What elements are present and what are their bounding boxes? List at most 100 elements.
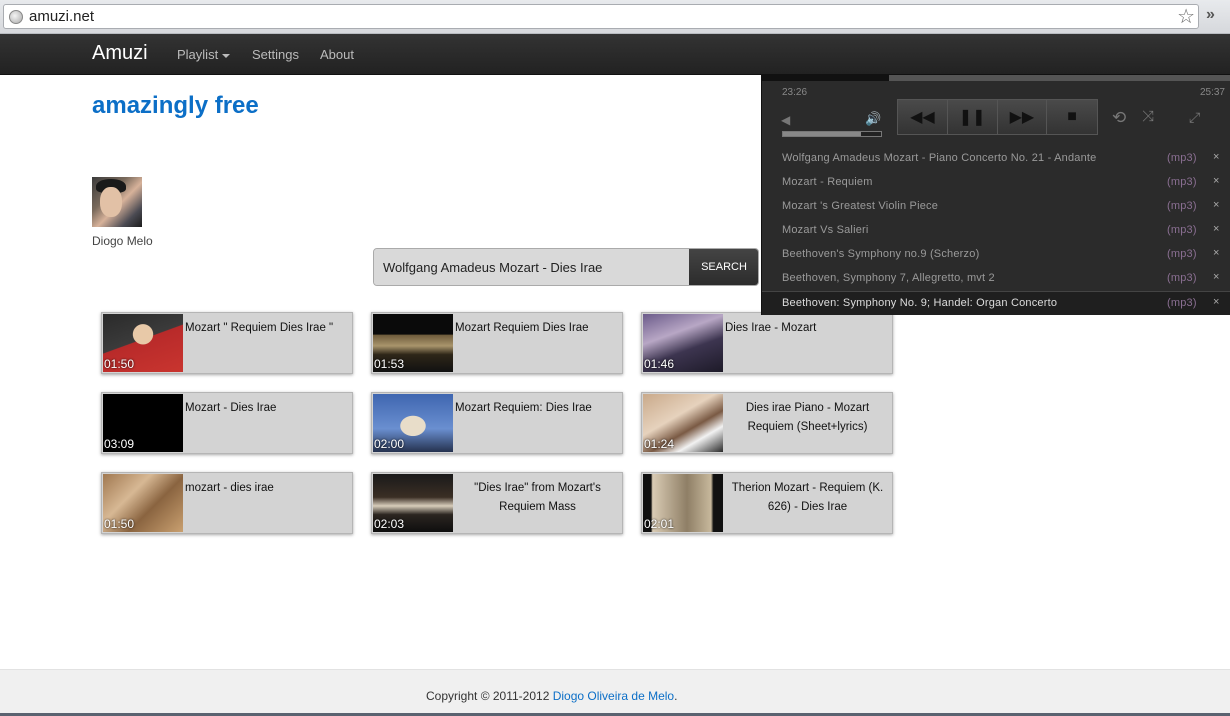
top-navbar: Amuzi Playlist Settings About bbox=[0, 34, 1230, 75]
volume-slider[interactable] bbox=[782, 131, 882, 137]
playlist-item[interactable]: Beethoven's Symphony no.9 (Scherzo) (mp3)… bbox=[762, 243, 1230, 267]
video-duration: 01:46 bbox=[644, 357, 675, 371]
result-title[interactable]: Dies Irae - Mozart bbox=[725, 319, 890, 338]
playlist-item-title[interactable]: Mozart 's Greatest Violin Piece bbox=[782, 200, 938, 212]
rewind-icon: ◀◀ bbox=[910, 109, 935, 126]
video-thumbnail[interactable]: 01:46 bbox=[643, 314, 723, 372]
progress-bar[interactable] bbox=[762, 75, 1230, 81]
pause-icon: ❚❚ bbox=[958, 109, 986, 126]
video-thumbnail[interactable]: 01:50 bbox=[103, 474, 183, 532]
nav-item-about[interactable]: About bbox=[320, 47, 354, 62]
playlist-item-title[interactable]: Beethoven: Symphony No. 9; Handel: Organ… bbox=[782, 297, 1057, 309]
volume-high-icon[interactable]: 🔊 bbox=[865, 111, 881, 127]
playlist-item-title[interactable]: Beethoven's Symphony no.9 (Scherzo) bbox=[782, 248, 979, 260]
playlist-item-title[interactable]: Beethoven, Symphony 7, Allegretto, mvt 2 bbox=[782, 272, 995, 284]
result-title[interactable]: "Dies Irae" from Mozart's Requiem Mass bbox=[455, 479, 620, 517]
video-thumbnail[interactable]: 02:03 bbox=[373, 474, 453, 532]
result-card[interactable]: 01:53 Mozart Requiem Dies Irae bbox=[371, 312, 623, 374]
result-card[interactable]: 02:01 Therion Mozart - Requiem (K. 626) -… bbox=[641, 472, 893, 534]
user-name: Diogo Melo bbox=[92, 234, 153, 248]
nav-item-playlist[interactable]: Playlist bbox=[177, 47, 231, 62]
result-card[interactable]: 01:50 mozart - dies irae bbox=[101, 472, 353, 534]
result-card[interactable]: 01:24 Dies irae Piano - Mozart Requiem (S… bbox=[641, 392, 893, 454]
volume-low-icon[interactable]: ◀ bbox=[781, 113, 790, 127]
globe-icon bbox=[9, 10, 23, 24]
video-thumbnail[interactable]: 03:09 bbox=[103, 394, 183, 452]
playlist: Wolfgang Amadeus Mozart - Piano Concerto… bbox=[762, 147, 1230, 315]
playlist-item-format: (mp3) bbox=[1167, 272, 1197, 284]
video-thumbnail[interactable]: 02:01 bbox=[643, 474, 723, 532]
playlist-item[interactable]: Wolfgang Amadeus Mozart - Piano Concerto… bbox=[762, 147, 1230, 171]
result-card[interactable]: 01:46 Dies Irae - Mozart bbox=[641, 312, 893, 374]
progress-fill bbox=[762, 75, 889, 81]
footer: Copyright © 2011-2012 Diogo Oliveira de … bbox=[0, 669, 1230, 716]
video-thumbnail[interactable]: 01:53 bbox=[373, 314, 453, 372]
footer-copyright: Copyright © 2011-2012 Diogo Oliveira de … bbox=[426, 689, 677, 703]
result-card[interactable]: 02:03 "Dies Irae" from Mozart's Requiem M… bbox=[371, 472, 623, 534]
video-duration: 01:53 bbox=[374, 357, 405, 371]
avatar[interactable] bbox=[92, 177, 142, 227]
result-title[interactable]: Mozart Requiem Dies Irae bbox=[455, 319, 620, 338]
video-duration: 02:01 bbox=[644, 517, 675, 531]
browser-toolbar: amuzi.net ☆ » bbox=[0, 0, 1230, 34]
playlist-item-title[interactable]: Mozart - Requiem bbox=[782, 176, 873, 188]
video-thumbnail[interactable]: 01:50 bbox=[103, 314, 183, 372]
pause-button[interactable]: ❚❚ bbox=[947, 100, 998, 134]
video-thumbnail[interactable]: 01:24 bbox=[643, 394, 723, 452]
playlist-item-title[interactable]: Wolfgang Amadeus Mozart - Piano Concerto… bbox=[782, 152, 1096, 164]
fullscreen-icon[interactable]: ⤢ bbox=[1189, 109, 1200, 126]
search-input[interactable] bbox=[374, 249, 689, 285]
playlist-item-format: (mp3) bbox=[1167, 176, 1197, 188]
result-title[interactable]: Mozart " Requiem Dies Irae " bbox=[185, 319, 350, 338]
playlist-item[interactable]: Mozart - Requiem (mp3) × bbox=[762, 171, 1230, 195]
playlist-item[interactable]: Mozart Vs Salieri (mp3) × bbox=[762, 219, 1230, 243]
remove-icon[interactable]: × bbox=[1213, 175, 1220, 187]
chevrons-icon[interactable]: » bbox=[1206, 6, 1215, 24]
video-duration: 01:50 bbox=[104, 357, 135, 371]
search-form: SEARCH bbox=[373, 248, 759, 286]
video-thumbnail[interactable]: 02:00 bbox=[373, 394, 453, 452]
remove-icon[interactable]: × bbox=[1213, 151, 1220, 163]
repeat-icon[interactable]: ⟲ bbox=[1112, 108, 1126, 128]
result-title[interactable]: mozart - dies irae bbox=[185, 479, 350, 498]
brand-logo[interactable]: Amuzi bbox=[92, 42, 148, 65]
result-title[interactable]: Therion Mozart - Requiem (K. 626) - Dies… bbox=[725, 479, 890, 517]
url-text[interactable]: amuzi.net bbox=[29, 8, 94, 25]
playlist-item[interactable]: Beethoven, Symphony 7, Allegretto, mvt 2… bbox=[762, 267, 1230, 291]
playlist-item-title[interactable]: Mozart Vs Salieri bbox=[782, 224, 869, 236]
volume-fill bbox=[783, 132, 862, 136]
caret-down-icon bbox=[222, 53, 231, 58]
video-duration: 02:00 bbox=[374, 437, 405, 451]
nav-label-playlist: Playlist bbox=[177, 47, 219, 62]
playlist-item[interactable]: Mozart 's Greatest Violin Piece (mp3) × bbox=[762, 195, 1230, 219]
copyright-text: Copyright © 2011-2012 bbox=[426, 689, 553, 703]
result-card[interactable]: 02:00 Mozart Requiem: Dies Irae bbox=[371, 392, 623, 454]
playlist-item-format: (mp3) bbox=[1167, 224, 1197, 236]
remove-icon[interactable]: × bbox=[1213, 223, 1220, 235]
current-time: 23:26 bbox=[782, 87, 808, 98]
rewind-button[interactable]: ◀◀ bbox=[898, 100, 948, 134]
remove-icon[interactable]: × bbox=[1213, 271, 1220, 283]
shuffle-icon[interactable]: ⤨ bbox=[1142, 108, 1154, 125]
remove-icon[interactable]: × bbox=[1213, 247, 1220, 259]
playback-controls: ◀◀ ❚❚ ▶▶ ■ bbox=[897, 99, 1098, 135]
result-card[interactable]: 03:09 Mozart - Dies Irae bbox=[101, 392, 353, 454]
playlist-item[interactable]: Beethoven: Symphony No. 9; Handel: Organ… bbox=[762, 291, 1230, 315]
remove-icon[interactable]: × bbox=[1213, 296, 1220, 308]
bookmark-star-icon[interactable]: ☆ bbox=[1177, 5, 1195, 29]
remove-icon[interactable]: × bbox=[1213, 199, 1220, 211]
address-bar[interactable]: amuzi.net ☆ bbox=[3, 4, 1199, 29]
tagline: amazingly free bbox=[92, 92, 259, 119]
stop-button[interactable]: ■ bbox=[1047, 100, 1097, 134]
author-link[interactable]: Diogo Oliveira de Melo bbox=[553, 689, 674, 703]
forward-button[interactable]: ▶▶ bbox=[997, 100, 1048, 134]
nav-item-settings[interactable]: Settings bbox=[252, 47, 299, 62]
result-title[interactable]: Mozart - Dies Irae bbox=[185, 399, 350, 418]
result-title[interactable]: Dies irae Piano - Mozart Requiem (Sheet+… bbox=[725, 399, 890, 437]
search-button[interactable]: SEARCH bbox=[689, 249, 758, 285]
playlist-item-format: (mp3) bbox=[1167, 248, 1197, 260]
music-player: 23:26 25:37 ◀ 🔊 ◀◀ ❚❚ ▶▶ ■ ⟲ ⤨ ⤢ Wolfgan… bbox=[761, 75, 1230, 315]
playlist-item-format: (mp3) bbox=[1167, 152, 1197, 164]
result-title[interactable]: Mozart Requiem: Dies Irae bbox=[455, 399, 620, 418]
result-card[interactable]: 01:50 Mozart " Requiem Dies Irae " bbox=[101, 312, 353, 374]
